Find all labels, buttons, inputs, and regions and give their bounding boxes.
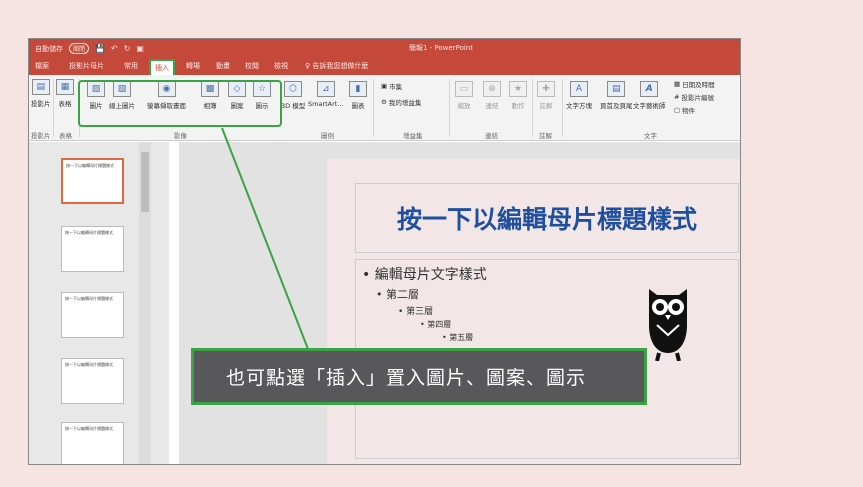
tip-callout: 也可點選「插入」置入圖片、圖案、圖示	[191, 348, 647, 405]
callout-text: 也可點選「插入」置入圖片、圖案、圖示	[226, 367, 587, 389]
callout-connector	[221, 127, 309, 350]
